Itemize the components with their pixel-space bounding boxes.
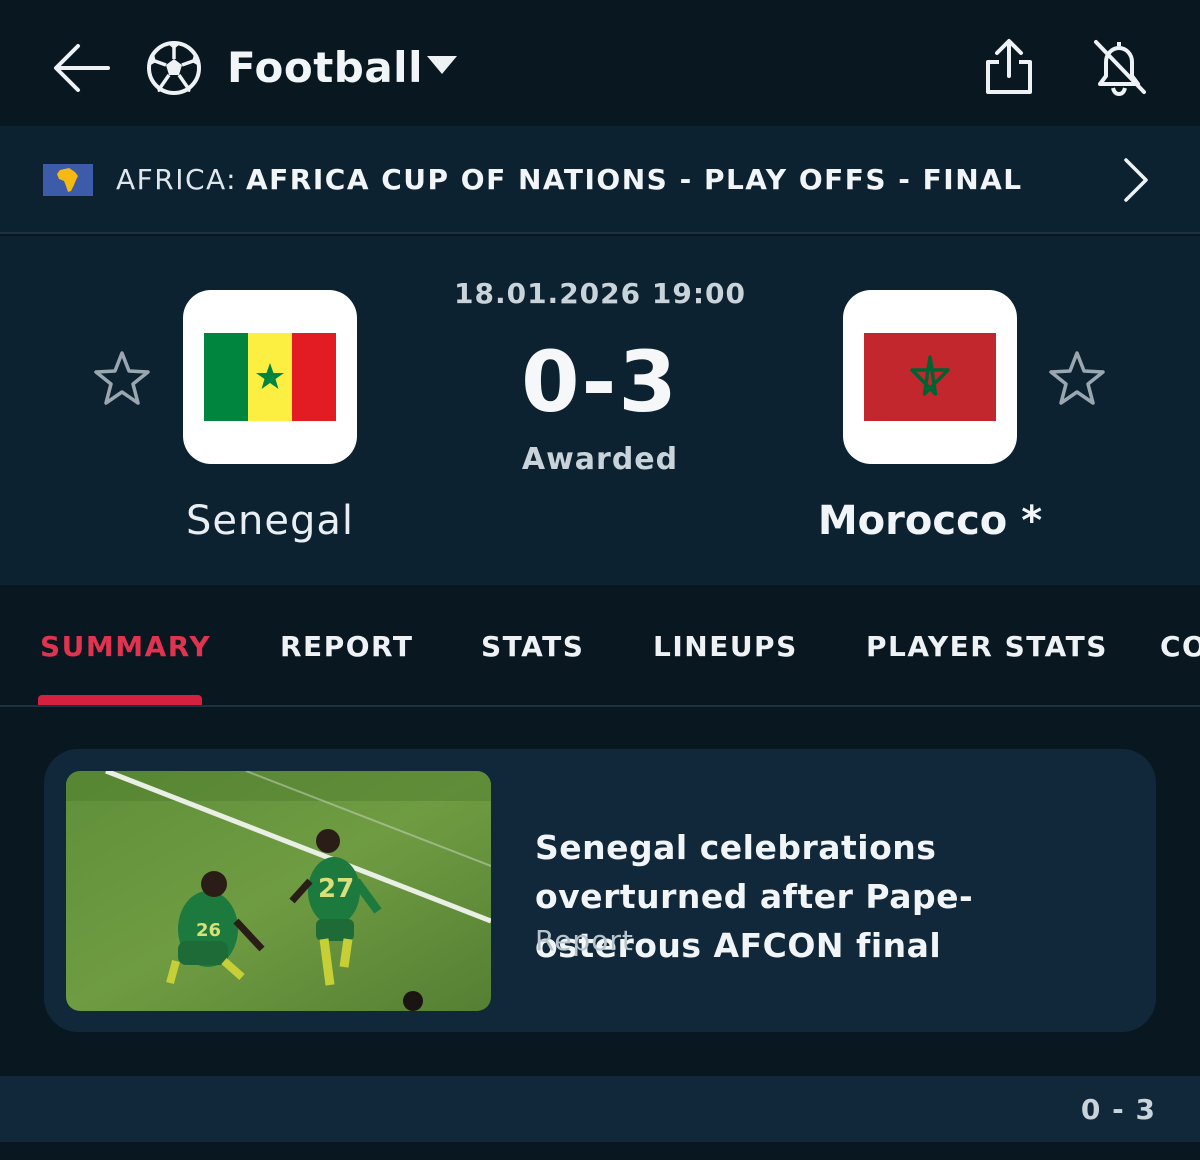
away-team-logo[interactable] <box>843 290 1017 464</box>
bottom-score: 0 - 3 <box>1080 1093 1156 1126</box>
caret-down-icon[interactable] <box>424 52 460 80</box>
morocco-flag-icon <box>864 333 996 421</box>
bottom-score-bar: 0 - 3 <box>0 1076 1200 1142</box>
top-bar: Football <box>0 0 1200 126</box>
league-bar[interactable]: AFRICA: AFRICA CUP OF NATIONS - PLAY OFF… <box>0 126 1200 234</box>
away-team-name[interactable]: Morocco * <box>780 494 1080 548</box>
match-date: 18.01.2026 19:00 <box>453 277 746 310</box>
svg-text:26: 26 <box>196 920 221 941</box>
sport-title[interactable]: Football <box>227 40 423 96</box>
tab-summary[interactable]: SUMMARY <box>40 627 211 667</box>
match-status: Awarded <box>521 442 679 477</box>
tab-player-stats[interactable]: PLAYER STATS <box>866 627 1108 667</box>
notifications-button[interactable] <box>1088 36 1150 98</box>
share-button[interactable] <box>980 36 1038 98</box>
favorite-home-star-icon[interactable] <box>92 349 152 409</box>
favorite-away-star-icon[interactable] <box>1047 349 1107 409</box>
match-score: 0-3 <box>521 333 679 431</box>
tab-lineups[interactable]: LINEUPS <box>653 627 798 667</box>
active-tab-indicator <box>38 695 202 705</box>
news-thumbnail: 26 27 <box>66 771 491 1011</box>
share-icon <box>986 39 1032 94</box>
home-team-name[interactable]: Senegal <box>120 494 420 548</box>
senegal-flag-icon <box>204 333 336 421</box>
news-card[interactable]: 26 27 Senegal celebrations overturned af… <box>44 749 1156 1032</box>
svg-text:27: 27 <box>318 874 354 904</box>
soccer-ball-icon <box>146 40 202 96</box>
league-country: AFRICA: <box>116 163 238 196</box>
africa-flag-icon <box>43 164 93 196</box>
tab-co[interactable]: CO <box>1160 627 1200 667</box>
back-arrow-icon <box>54 44 110 92</box>
match-header: Senegal 18.01.2026 19:00 0-3 Awarded Mor… <box>0 236 1200 585</box>
news-type-label: Report <box>535 924 634 957</box>
home-team-logo[interactable] <box>183 290 357 464</box>
back-button[interactable] <box>50 40 112 96</box>
tab-report[interactable]: REPORT <box>280 627 413 667</box>
bottom-strip <box>0 1142 1200 1160</box>
chevron-right-icon[interactable] <box>1118 156 1152 204</box>
tab-bar: SUMMARY REPORT STATS LINEUPS PLAYER STAT… <box>0 585 1200 707</box>
tab-stats[interactable]: STATS <box>481 627 584 667</box>
bell-off-icon <box>1094 40 1146 97</box>
league-name: AFRICA CUP OF NATIONS - PLAY OFFS - FINA… <box>246 163 1023 196</box>
